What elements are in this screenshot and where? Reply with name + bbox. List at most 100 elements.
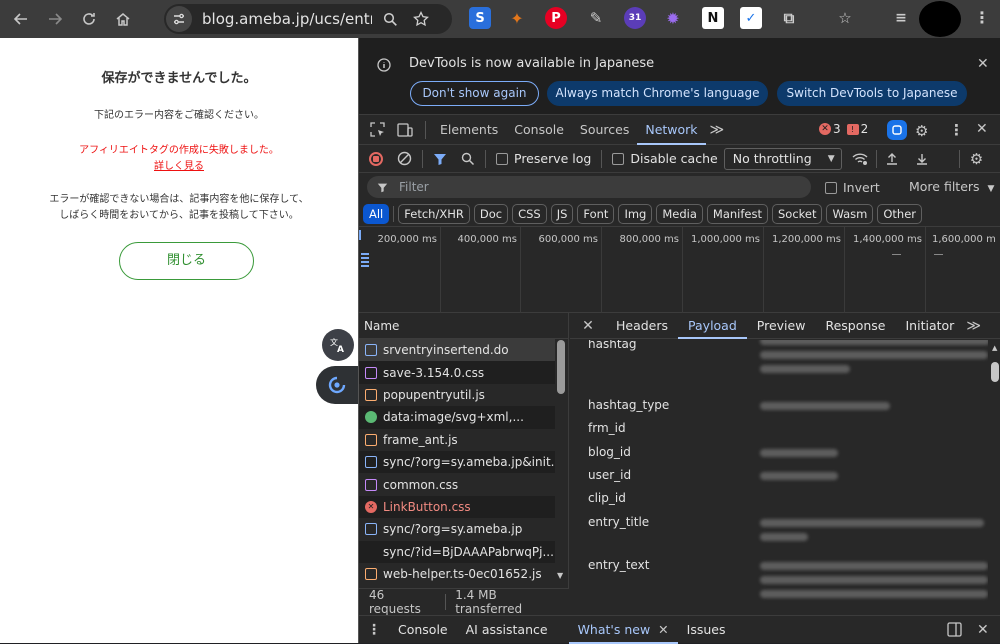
back-icon[interactable] <box>6 4 36 34</box>
close-detail-icon[interactable]: ✕ <box>570 318 606 334</box>
more-tabs-icon[interactable]: ≫ <box>706 122 729 138</box>
drawer-close-icon[interactable]: ✕ <box>977 622 989 638</box>
network-settings-icon[interactable]: ⚙ <box>970 150 983 168</box>
eyedropper-icon[interactable]: ✎ <box>585 7 607 29</box>
network-conditions-icon[interactable] <box>852 152 868 166</box>
bookmarks-icon[interactable]: ☆ <box>834 7 856 29</box>
zoom-search-icon[interactable] <box>377 6 403 32</box>
request-row[interactable]: frame_ant.js <box>359 429 555 451</box>
drawer-tab-ai-assistance[interactable]: AI assistance <box>457 616 557 644</box>
network-overview-timeline[interactable]: 200,000 ms 400,000 ms 600,000 ms 800,000… <box>359 227 1000 313</box>
type-media[interactable]: Media <box>656 203 703 224</box>
disable-cache-checkbox[interactable]: Disable cache <box>612 151 718 166</box>
settings-gear-icon[interactable]: ⚙ <box>915 122 928 140</box>
request-row[interactable]: web-helper.ts-0ec01652.js <box>359 563 555 585</box>
name-column-header[interactable]: Name <box>359 313 568 339</box>
type-socket[interactable]: Socket <box>771 203 823 224</box>
match-language-button[interactable]: Always match Chrome's language <box>547 81 768 106</box>
scroll-down-icon[interactable]: ▼ <box>557 571 563 580</box>
drawer-tab-whats-new[interactable]: What's new ✕ <box>568 616 678 644</box>
pinterest-icon[interactable]: P <box>545 7 567 29</box>
disable-cache-box[interactable] <box>612 152 625 165</box>
tab-elements[interactable]: Elements <box>432 115 506 145</box>
translate-icon[interactable]: 文A <box>322 329 354 361</box>
type-manifest[interactable]: Manifest <box>706 203 768 224</box>
switch-to-japanese-button[interactable]: Switch DevTools to Japanese <box>777 81 967 106</box>
more-detail-tabs-icon[interactable]: ≫ <box>964 318 981 334</box>
inspect-element-icon[interactable] <box>363 122 391 137</box>
drawer-tab-console[interactable]: Console <box>389 616 457 644</box>
dont-show-again-button[interactable]: Don't show again <box>410 81 539 106</box>
devtools-close-icon[interactable]: ✕ <box>976 121 988 137</box>
infobar-close-icon[interactable]: ✕ <box>977 56 989 72</box>
preserve-log-box[interactable] <box>496 152 508 165</box>
import-har-icon[interactable] <box>885 152 899 166</box>
request-row[interactable]: sync/?org=sy.ameba.jp&init... <box>359 450 555 474</box>
fox-extension-icon[interactable]: ✦ <box>506 7 528 29</box>
timeline-range-handle-left[interactable] <box>359 230 361 240</box>
tab-initiator[interactable]: Initiator <box>896 313 965 339</box>
device-toolbar-icon[interactable] <box>391 122 419 137</box>
type-fetch-xhr[interactable]: Fetch/XHR <box>398 203 470 224</box>
request-row[interactable]: ✕ LinkButton.css <box>359 495 555 519</box>
request-row[interactable]: sync/?org=sy.ameba.jp <box>359 518 555 540</box>
close-tab-icon[interactable]: ✕ <box>658 622 668 637</box>
drawer-tab-issues[interactable]: Issues <box>678 616 735 644</box>
close-button[interactable]: 閉じる <box>119 242 254 280</box>
media-queue-icon[interactable]: ≡ <box>890 7 912 29</box>
forward-icon[interactable] <box>40 4 70 34</box>
tab-console[interactable]: Console <box>506 115 572 145</box>
browser-menu-icon[interactable]: ⋮ <box>974 9 990 27</box>
request-row[interactable]: save-3.154.0.css <box>359 361 555 384</box>
s-extension-icon[interactable]: S <box>469 7 491 29</box>
invert-checkbox[interactable]: Invert <box>825 180 880 195</box>
home-icon[interactable] <box>108 4 138 34</box>
request-row[interactable]: sync/?id=BjDAAAPabrwqPj... <box>359 540 555 563</box>
type-font[interactable]: Font <box>577 203 615 224</box>
request-row[interactable]: common.css <box>359 473 555 495</box>
invert-box[interactable] <box>825 181 837 194</box>
drawer-menu-icon[interactable]: ⋮ <box>359 622 389 638</box>
type-all[interactable]: All <box>363 203 390 224</box>
ai-assistant-icon[interactable] <box>887 120 907 140</box>
type-doc[interactable]: Doc <box>473 203 509 224</box>
tab-headers[interactable]: Headers <box>606 313 678 339</box>
request-row[interactable]: popupentryutil.js <box>359 384 555 406</box>
export-har-icon[interactable] <box>915 152 929 166</box>
search-icon[interactable] <box>461 152 475 166</box>
request-list-scrollbar[interactable] <box>557 340 565 394</box>
error-count-badge[interactable]: ✕ 3 ! 2 <box>819 122 868 136</box>
preserve-log-checkbox[interactable]: Preserve log <box>496 151 591 166</box>
clear-icon[interactable] <box>397 151 412 166</box>
tab-payload[interactable]: Payload <box>678 313 747 339</box>
details-link[interactable]: 詳しく見る <box>0 157 358 172</box>
type-other[interactable]: Other <box>877 203 923 224</box>
filter-input[interactable]: Filter <box>367 176 811 198</box>
type-img[interactable]: Img <box>618 203 653 224</box>
bookmark-star-icon[interactable] <box>408 6 434 32</box>
notion-icon[interactable]: N <box>702 7 724 29</box>
tab-response[interactable]: Response <box>815 313 895 339</box>
tab-network[interactable]: Network <box>637 115 706 145</box>
record-stop-icon[interactable] <box>369 151 383 166</box>
address-bar[interactable]: blog.ameba.jp/ucs/entr... <box>164 4 452 34</box>
lens-assistant-icon[interactable] <box>316 366 358 404</box>
avatar[interactable] <box>919 1 961 37</box>
extensions-puzzle-icon[interactable]: ⧉ <box>778 7 800 29</box>
scroll-thumb[interactable] <box>991 362 999 382</box>
checkmark-extension-icon[interactable]: ✓ <box>740 7 762 29</box>
payload-scrollbar[interactable]: ▲ <box>989 340 1000 613</box>
type-wasm[interactable]: Wasm <box>826 203 874 224</box>
throttling-select[interactable]: No throttling ▼ <box>723 147 842 170</box>
devtools-menu-icon[interactable]: ⋮ <box>949 121 964 139</box>
puzzle-gear-icon[interactable]: ✹ <box>662 7 684 29</box>
type-css[interactable]: CSS <box>512 203 547 224</box>
reload-icon[interactable] <box>74 4 104 34</box>
request-row[interactable]: data:image/svg+xml,... <box>359 406 555 429</box>
more-filters-button[interactable]: More filters ▼ <box>909 179 994 194</box>
tab-sources[interactable]: Sources <box>572 115 637 145</box>
scroll-up-icon[interactable]: ▲ <box>992 344 997 352</box>
type-js[interactable]: JS <box>550 203 574 224</box>
tab-preview[interactable]: Preview <box>747 313 816 339</box>
calendar-extension-icon[interactable]: 31 <box>624 7 646 29</box>
